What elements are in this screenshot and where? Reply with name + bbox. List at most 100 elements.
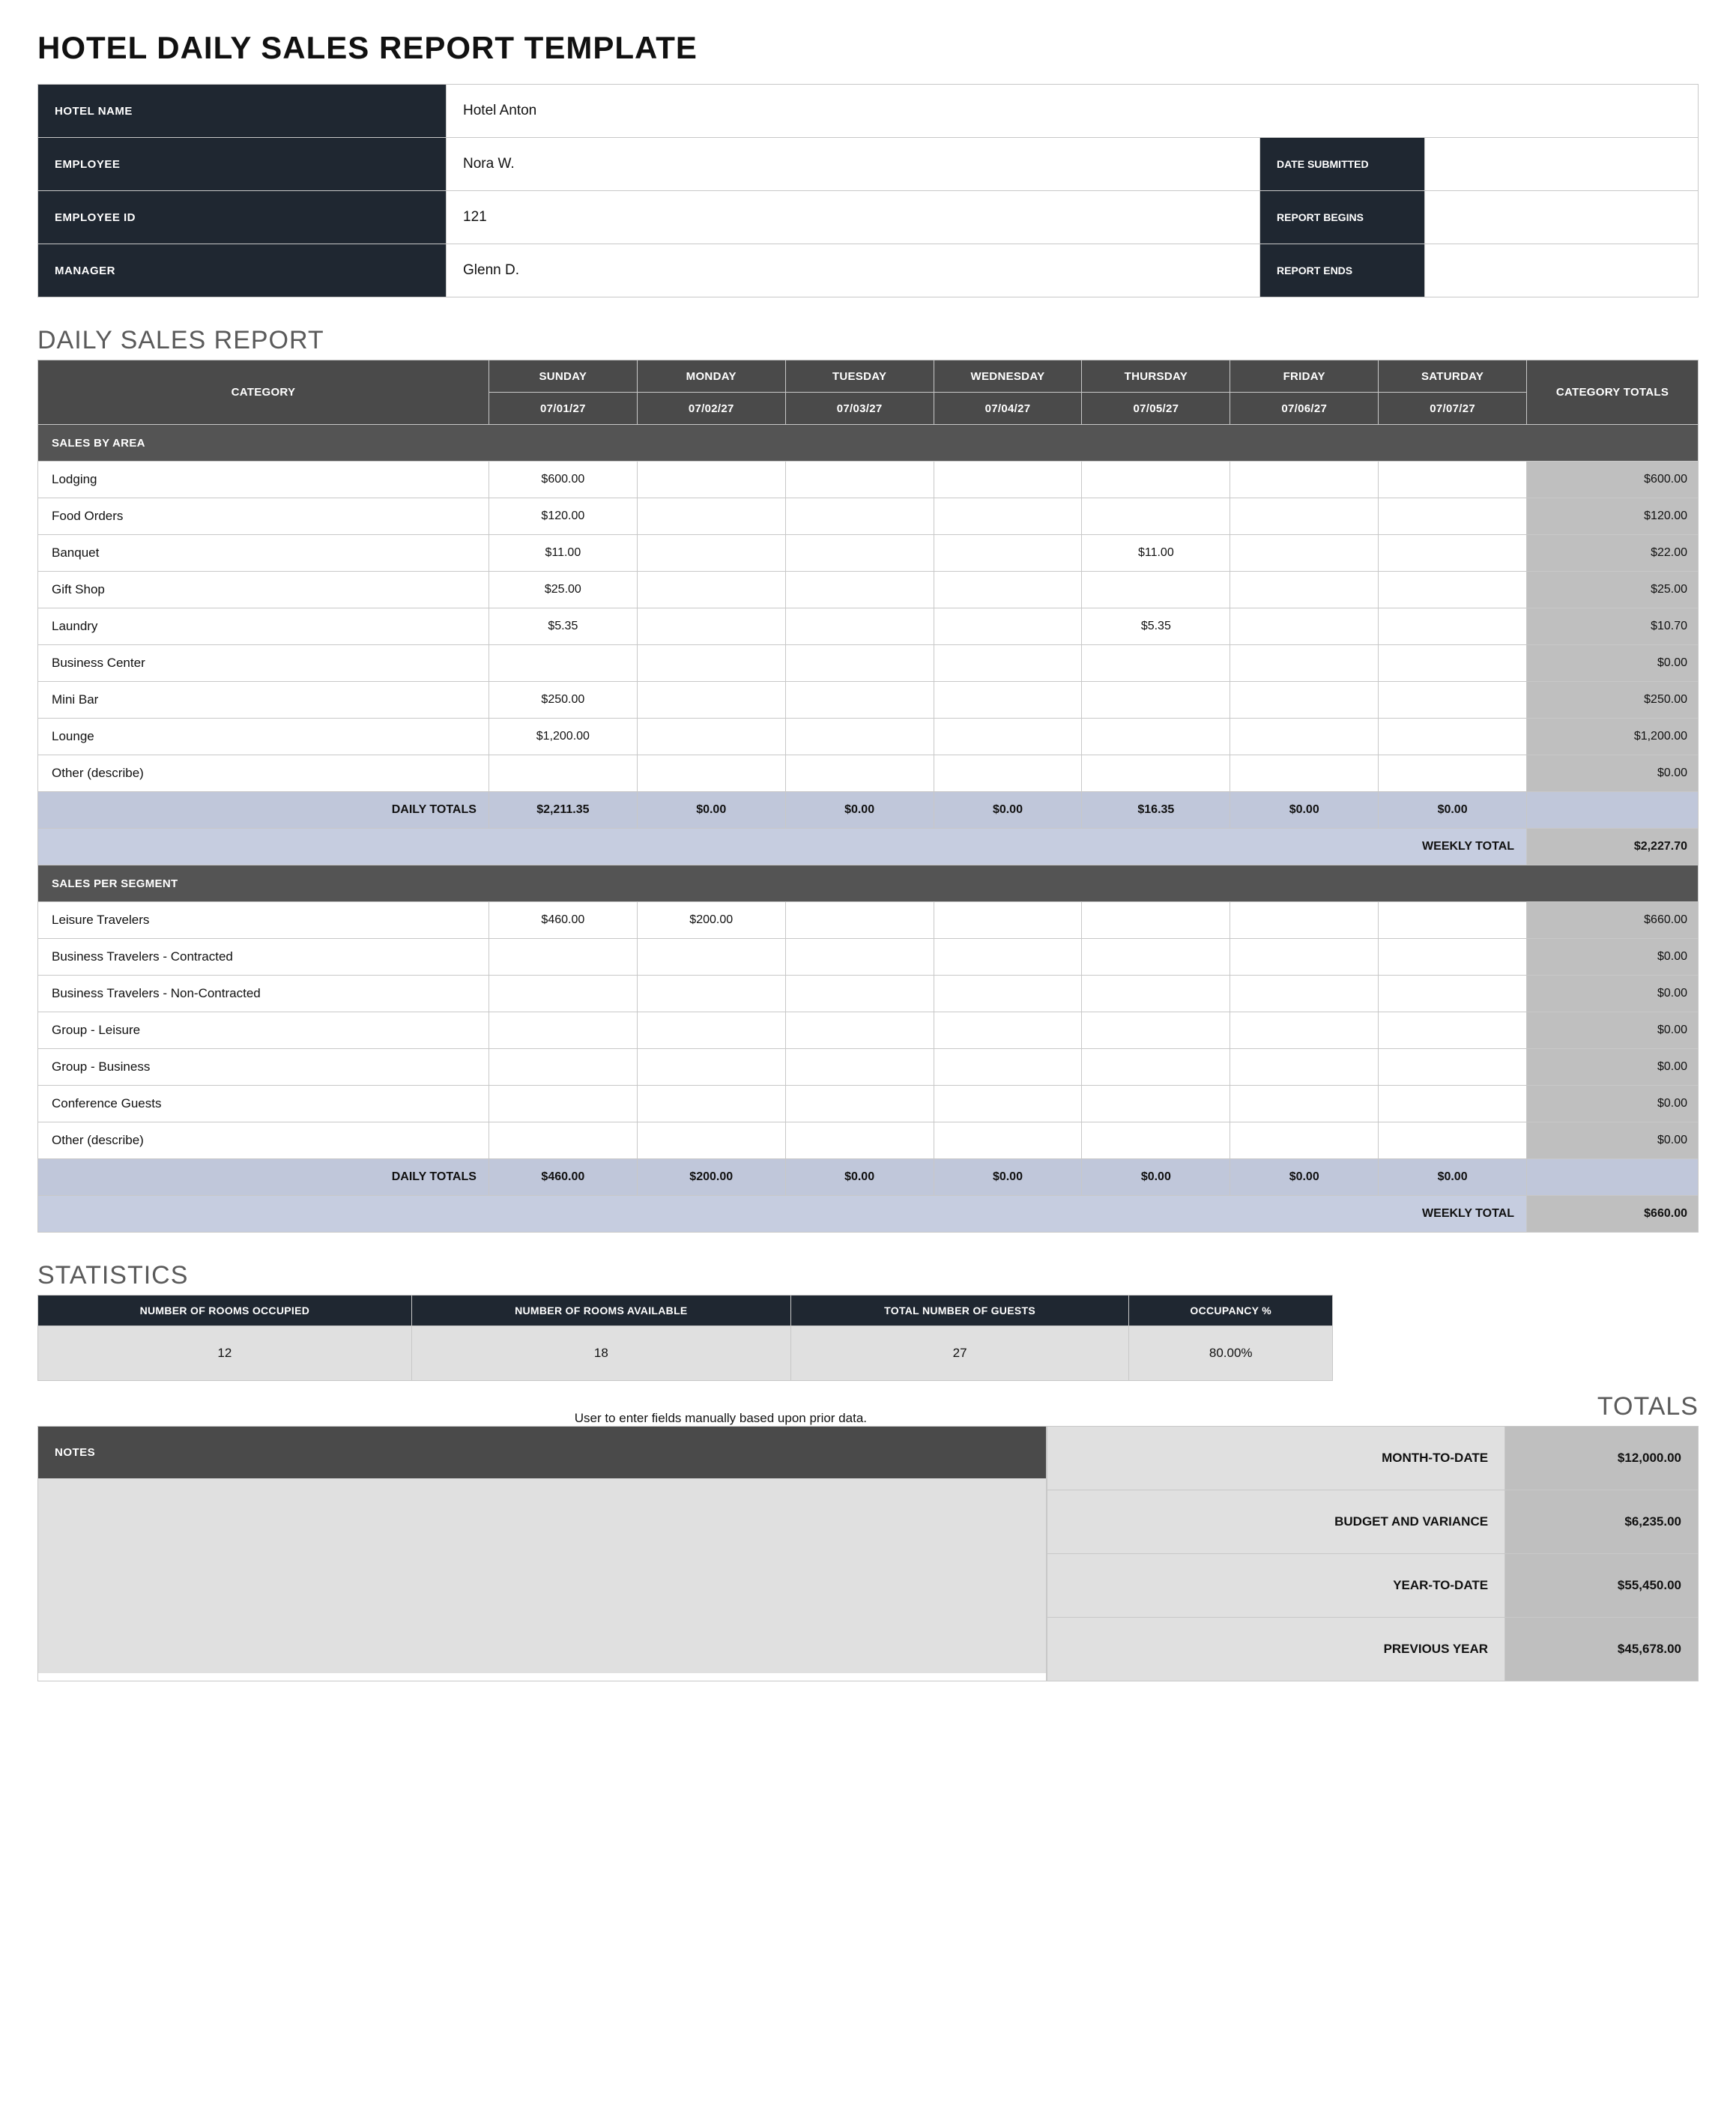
data-cell[interactable]: $5.35 (1082, 608, 1230, 645)
data-cell[interactable] (785, 976, 934, 1012)
data-cell[interactable] (1230, 1122, 1379, 1159)
value-date-submitted[interactable] (1425, 138, 1699, 191)
data-cell[interactable] (637, 498, 785, 535)
data-cell[interactable] (1379, 498, 1527, 535)
data-cell[interactable] (785, 535, 934, 572)
data-cell[interactable] (1230, 1049, 1379, 1086)
value-hotel-name[interactable]: Hotel Anton (447, 85, 1699, 138)
data-cell[interactable] (785, 608, 934, 645)
data-cell[interactable] (489, 1012, 637, 1049)
data-cell[interactable] (489, 1122, 637, 1159)
notes-body[interactable] (38, 1478, 1046, 1673)
data-cell[interactable]: $5.35 (489, 608, 637, 645)
data-cell[interactable] (489, 1049, 637, 1086)
data-cell[interactable] (1082, 1122, 1230, 1159)
data-cell[interactable] (1379, 976, 1527, 1012)
data-cell[interactable] (1230, 645, 1379, 682)
data-cell[interactable] (1230, 939, 1379, 976)
data-cell[interactable] (1082, 498, 1230, 535)
data-cell[interactable] (1230, 572, 1379, 608)
value-report-begins[interactable] (1425, 191, 1699, 244)
data-cell[interactable] (934, 572, 1082, 608)
data-cell[interactable] (1082, 645, 1230, 682)
data-cell[interactable] (1230, 719, 1379, 755)
data-cell[interactable] (1379, 572, 1527, 608)
data-cell[interactable] (489, 755, 637, 792)
data-cell[interactable] (934, 939, 1082, 976)
data-cell[interactable] (1230, 902, 1379, 939)
data-cell[interactable] (785, 682, 934, 719)
data-cell[interactable] (637, 682, 785, 719)
data-cell[interactable] (934, 1049, 1082, 1086)
data-cell[interactable] (1230, 1012, 1379, 1049)
data-cell[interactable] (1082, 719, 1230, 755)
data-cell[interactable] (785, 498, 934, 535)
data-cell[interactable] (489, 939, 637, 976)
data-cell[interactable] (637, 1086, 785, 1122)
data-cell[interactable] (1379, 645, 1527, 682)
data-cell[interactable] (785, 719, 934, 755)
data-cell[interactable] (934, 608, 1082, 645)
data-cell[interactable] (1379, 535, 1527, 572)
data-cell[interactable] (785, 462, 934, 498)
data-cell[interactable]: $1,200.00 (489, 719, 637, 755)
data-cell[interactable] (934, 1086, 1082, 1122)
data-cell[interactable] (785, 1122, 934, 1159)
data-cell[interactable] (637, 1122, 785, 1159)
data-cell[interactable] (1379, 719, 1527, 755)
data-cell[interactable] (1379, 1122, 1527, 1159)
data-cell[interactable] (785, 572, 934, 608)
data-cell[interactable] (1230, 462, 1379, 498)
data-cell[interactable] (934, 498, 1082, 535)
data-cell[interactable] (489, 976, 637, 1012)
data-cell[interactable] (1230, 535, 1379, 572)
data-cell[interactable] (637, 719, 785, 755)
data-cell[interactable] (785, 902, 934, 939)
data-cell[interactable] (1379, 1049, 1527, 1086)
data-cell[interactable] (1082, 1086, 1230, 1122)
data-cell[interactable] (785, 1049, 934, 1086)
data-cell[interactable] (934, 1122, 1082, 1159)
data-cell[interactable] (637, 608, 785, 645)
data-cell[interactable] (934, 976, 1082, 1012)
data-cell[interactable] (934, 719, 1082, 755)
data-cell[interactable] (1379, 902, 1527, 939)
data-cell[interactable] (1379, 755, 1527, 792)
data-cell[interactable] (637, 939, 785, 976)
data-cell[interactable] (934, 645, 1082, 682)
stats-value-3[interactable]: 80.00% (1129, 1326, 1333, 1381)
data-cell[interactable] (1379, 1012, 1527, 1049)
data-cell[interactable]: $600.00 (489, 462, 637, 498)
data-cell[interactable] (637, 535, 785, 572)
data-cell[interactable] (934, 755, 1082, 792)
data-cell[interactable] (1082, 976, 1230, 1012)
data-cell[interactable] (637, 1049, 785, 1086)
data-cell[interactable] (934, 682, 1082, 719)
data-cell[interactable] (1230, 1086, 1379, 1122)
data-cell[interactable]: $200.00 (637, 902, 785, 939)
data-cell[interactable]: $11.00 (1082, 535, 1230, 572)
value-manager[interactable]: Glenn D. (447, 244, 1260, 297)
stats-value-2[interactable]: 27 (790, 1326, 1128, 1381)
data-cell[interactable] (785, 645, 934, 682)
value-report-ends[interactable] (1425, 244, 1699, 297)
data-cell[interactable] (785, 1012, 934, 1049)
data-cell[interactable] (489, 1086, 637, 1122)
data-cell[interactable] (637, 1012, 785, 1049)
data-cell[interactable] (1230, 682, 1379, 719)
data-cell[interactable] (1230, 755, 1379, 792)
data-cell[interactable] (785, 755, 934, 792)
data-cell[interactable] (1082, 755, 1230, 792)
data-cell[interactable]: $25.00 (489, 572, 637, 608)
data-cell[interactable]: $120.00 (489, 498, 637, 535)
data-cell[interactable] (1379, 939, 1527, 976)
data-cell[interactable] (1379, 682, 1527, 719)
data-cell[interactable] (1379, 462, 1527, 498)
data-cell[interactable] (934, 902, 1082, 939)
data-cell[interactable] (1082, 682, 1230, 719)
stats-value-0[interactable]: 12 (38, 1326, 412, 1381)
data-cell[interactable]: $460.00 (489, 902, 637, 939)
data-cell[interactable] (934, 462, 1082, 498)
data-cell[interactable] (637, 462, 785, 498)
data-cell[interactable] (1082, 572, 1230, 608)
